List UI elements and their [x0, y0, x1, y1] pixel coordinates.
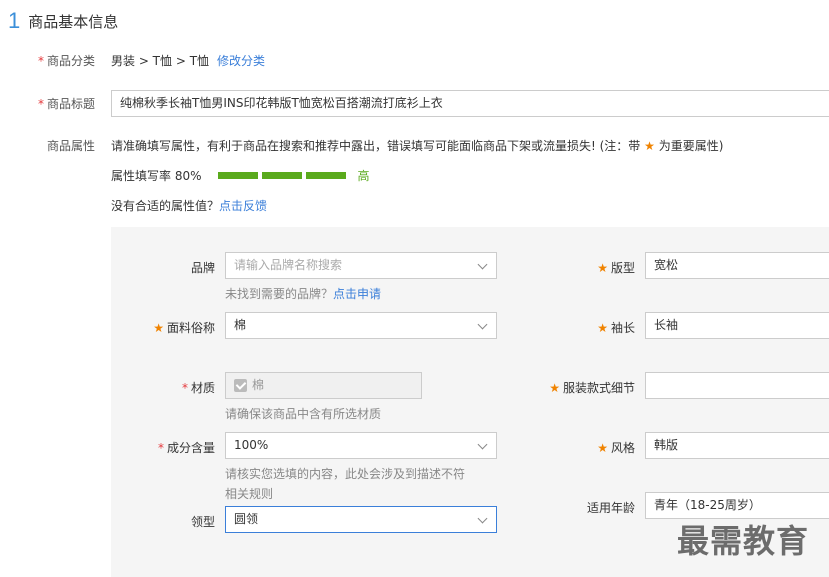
product-title-input[interactable]: 纯棉秋季长袖T恤男INS印花韩版T恤宽松百搭潮流打底衫上衣 — [111, 90, 829, 117]
material-hint: 请确保该商品中含有所选材质 — [225, 407, 382, 421]
change-category-link[interactable]: 修改分类 — [217, 54, 265, 68]
chevron-down-icon — [477, 439, 488, 450]
section-title: 商品基本信息 — [28, 12, 119, 31]
composition-label: * 成分含量 — [157, 441, 215, 455]
material-box: 棉 — [225, 372, 422, 399]
category-path: 男装 > T恤 > T恤 修改分类 — [111, 54, 266, 68]
style-select[interactable]: 韩版 — [645, 432, 829, 459]
material-label: * 材质 — [181, 381, 215, 395]
important-star-icon: ★ — [597, 441, 608, 455]
fabric-select[interactable]: 棉 — [225, 312, 497, 339]
sleeve-label: ★ 袖长 — [597, 321, 635, 335]
composition-hint-line2: 相关规则 — [225, 487, 274, 501]
chevron-down-icon — [477, 319, 488, 330]
important-star-icon: ★ — [597, 261, 608, 275]
chevron-down-icon — [477, 259, 488, 270]
title-label: * 商品标题 — [37, 97, 95, 111]
fill-rate-bars — [217, 172, 350, 179]
fit-select[interactable]: 宽松 — [645, 252, 829, 279]
important-star-icon: ★ — [644, 139, 655, 153]
collar-select[interactable]: 圆领 — [225, 506, 497, 533]
detail-select[interactable] — [645, 372, 829, 399]
composition-hint-line1: 请核实您选填的内容，此处会涉及到描述不符 — [225, 467, 466, 481]
fill-level: 高 — [357, 169, 370, 183]
collar-label: 领型 — [190, 515, 215, 529]
fit-label: ★ 版型 — [597, 261, 635, 275]
section-number: 1 — [8, 8, 21, 33]
fill-rate-bar-segment — [217, 172, 258, 179]
section-header: 1 商品基本信息 — [8, 6, 118, 36]
important-star-icon: ★ — [153, 321, 164, 335]
fabric-label: ★ 面料俗称 — [153, 321, 215, 335]
important-star-icon: ★ — [597, 321, 608, 335]
brand-select[interactable]: 请输入品牌名称搜索 — [225, 252, 497, 279]
fill-rate-bar-segment — [261, 172, 302, 179]
style-label: ★ 风格 — [597, 441, 635, 455]
checkbox-checked-icon — [234, 379, 247, 392]
fill-rate-bar-segment — [305, 172, 346, 179]
age-label: 适用年龄 — [586, 501, 635, 515]
feedback-line: 没有合适的属性值？点击反馈 — [111, 199, 268, 213]
category-label: * 商品分类 — [37, 54, 95, 68]
fill-rate-label: 属性填写率 80% — [111, 169, 202, 183]
watermark: 最需教育 — [677, 522, 810, 560]
detail-label: ★ 服装款式细节 — [549, 381, 635, 395]
feedback-link[interactable]: 点击反馈 — [219, 199, 267, 213]
brand-hint: 未找到需要的品牌？点击申请 — [225, 287, 382, 301]
sleeve-select[interactable]: 长袖 — [645, 312, 829, 339]
brand-label: 品牌 — [190, 261, 215, 275]
age-select[interactable]: 青年（18-25周岁） — [645, 492, 829, 519]
composition-select[interactable]: 100% — [225, 432, 497, 459]
attributes-notice: 请准确填写属性，有利于商品在搜索和推荐中露出，错误填写可能面临商品下架或流量损失… — [111, 139, 724, 153]
chevron-down-icon — [477, 513, 488, 524]
fill-rate: 属性填写率 80% 高 — [111, 167, 370, 184]
important-star-icon: ★ — [549, 381, 560, 395]
attributes-label: 商品属性 — [46, 139, 95, 153]
apply-brand-link[interactable]: 点击申请 — [333, 287, 381, 301]
